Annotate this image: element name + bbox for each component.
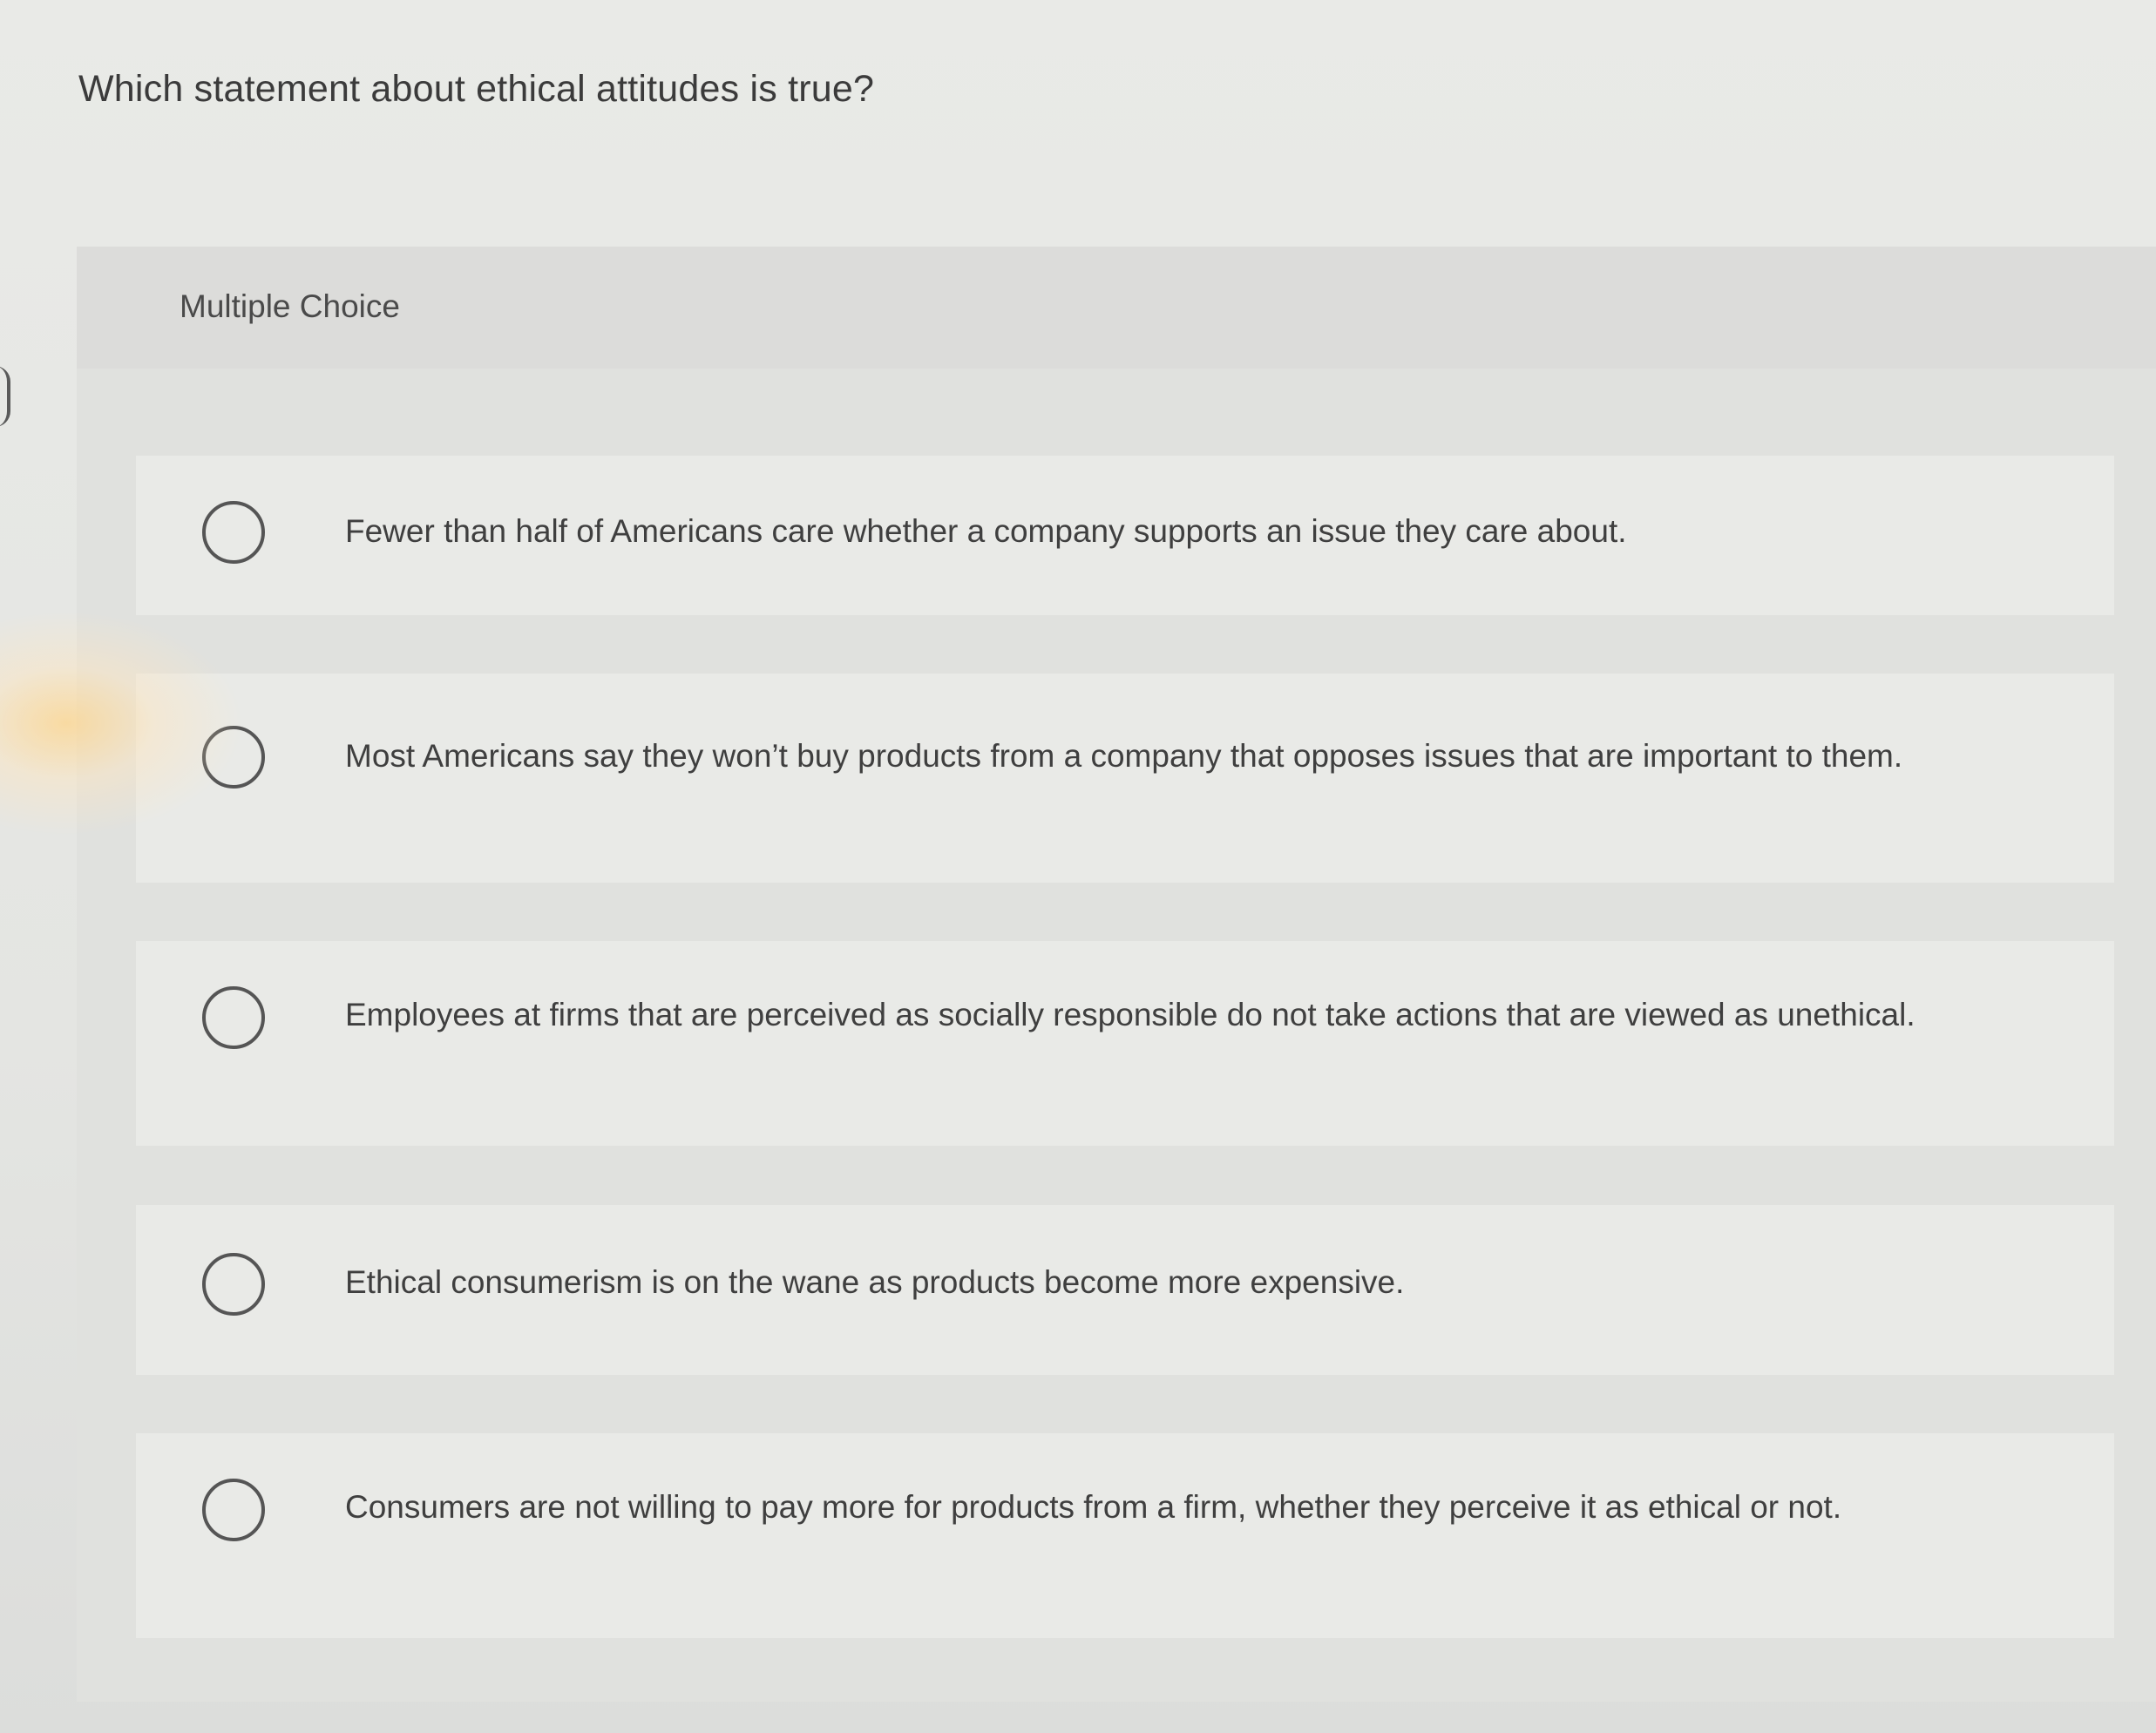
choice-label: Ethical consumerism is on the wane as pr… bbox=[345, 1264, 1405, 1300]
choice-label: Most Americans say they won’t buy produc… bbox=[345, 738, 1903, 774]
choice-option-1[interactable]: Fewer than half of Americans care whethe… bbox=[136, 456, 2114, 615]
choices-panel: Fewer than half of Americans care whethe… bbox=[77, 369, 2156, 1702]
section-label: Multiple Choice bbox=[180, 288, 400, 324]
question-prompt: Which statement about ethical attitudes … bbox=[78, 68, 875, 110]
choice-label: Fewer than half of Americans care whethe… bbox=[345, 513, 1627, 549]
radio-button-icon[interactable] bbox=[202, 986, 265, 1049]
quiz-page: Which statement about ethical attitudes … bbox=[0, 0, 2156, 1733]
multiple-choice-header: Multiple Choice bbox=[77, 247, 2156, 369]
choice-option-4[interactable]: Ethical consumerism is on the wane as pr… bbox=[136, 1205, 2114, 1375]
radio-button-icon[interactable] bbox=[202, 501, 265, 564]
radio-button-icon[interactable] bbox=[202, 726, 265, 789]
radio-button-icon[interactable] bbox=[202, 1479, 265, 1541]
sidebar-edge bbox=[0, 366, 10, 427]
choice-label: Consumers are not willing to pay more fo… bbox=[345, 1489, 1842, 1525]
choice-option-5[interactable]: Consumers are not willing to pay more fo… bbox=[136, 1433, 2114, 1638]
radio-button-icon[interactable] bbox=[202, 1253, 265, 1316]
choice-option-2[interactable]: Most Americans say they won’t buy produc… bbox=[136, 674, 2114, 883]
choice-label: Employees at firms that are perceived as… bbox=[345, 997, 1915, 1032]
choice-option-3[interactable]: Employees at firms that are perceived as… bbox=[136, 941, 2114, 1146]
